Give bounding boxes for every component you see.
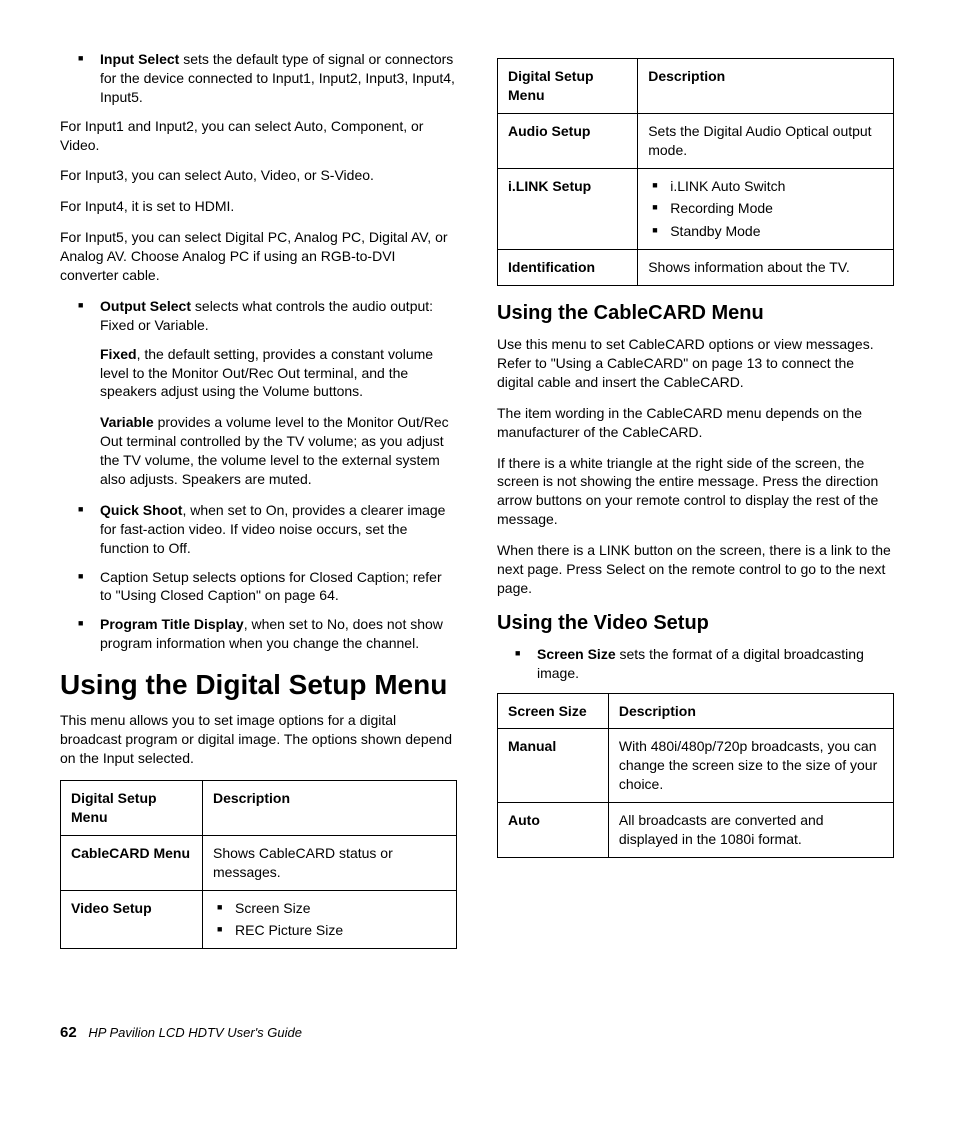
table-header: Description <box>203 781 457 836</box>
text: Caption Setup selects options for Closed… <box>100 569 442 604</box>
table-row: Auto All broadcasts are converted and di… <box>498 803 894 858</box>
table-header-row: Digital Setup Menu Description <box>498 59 894 114</box>
table-cell: i.LINK Auto Switch Recording Mode Standb… <box>638 168 894 250</box>
table-header: Digital Setup Menu <box>61 781 203 836</box>
heading-digital-setup: Using the Digital Setup Menu <box>60 669 457 701</box>
list-item: Quick Shoot, when set to On, provides a … <box>60 501 457 558</box>
cell-bullet-list: i.LINK Auto Switch Recording Mode Standb… <box>648 177 883 242</box>
page-footer: 62 HP Pavilion LCD HDTV User's Guide <box>60 1023 894 1043</box>
paragraph: If there is a white triangle at the righ… <box>497 454 894 530</box>
table-cell-label: Manual <box>498 729 609 803</box>
table-header: Description <box>608 693 893 729</box>
paragraph: For Input4, it is set to HDMI. <box>60 197 457 216</box>
two-column-layout: Input Select sets the default type of si… <box>60 50 894 963</box>
heading-cablecard: Using the CableCARD Menu <box>497 300 894 327</box>
paragraph: When there is a LINK button on the scree… <box>497 541 894 598</box>
bullet-list: Screen Size sets the format of a digital… <box>497 645 894 683</box>
term-quick-shoot: Quick Shoot <box>100 502 182 518</box>
paragraph-indent: Variable provides a volume level to the … <box>100 413 457 489</box>
list-item: Screen Size sets the format of a digital… <box>497 645 894 683</box>
table-header: Digital Setup Menu <box>498 59 638 114</box>
table-row: Identification Shows information about t… <box>498 250 894 286</box>
left-column: Input Select sets the default type of si… <box>60 50 457 963</box>
table-row: Manual With 480i/480p/720p broadcasts, y… <box>498 729 894 803</box>
table-digital-setup-2: Digital Setup Menu Description Audio Set… <box>497 58 894 286</box>
list-item: Recording Mode <box>648 199 883 218</box>
term-program-title: Program Title Display <box>100 616 244 632</box>
term-screen-size: Screen Size <box>537 646 616 662</box>
table-header: Screen Size <box>498 693 609 729</box>
paragraph: This menu allows you to set image option… <box>60 711 457 768</box>
table-cell-label: Auto <box>498 803 609 858</box>
paragraph: For Input3, you can select Auto, Video, … <box>60 166 457 185</box>
bullet-list: Output Select selects what controls the … <box>60 297 457 335</box>
list-item: Caption Setup selects options for Closed… <box>60 568 457 606</box>
list-item: Output Select selects what controls the … <box>60 297 457 335</box>
table-cell-label: Identification <box>498 250 638 286</box>
list-item: Standby Mode <box>648 222 883 241</box>
list-item: i.LINK Auto Switch <box>648 177 883 196</box>
page-number: 62 <box>60 1024 77 1041</box>
table-row: Video Setup Screen Size REC Picture Size <box>61 890 457 949</box>
bullet-list: Input Select sets the default type of si… <box>60 50 457 107</box>
list-item: Input Select sets the default type of si… <box>60 50 457 107</box>
heading-video-setup: Using the Video Setup <box>497 610 894 637</box>
table-digital-setup-1: Digital Setup Menu Description CableCARD… <box>60 780 457 949</box>
table-cell: Sets the Digital Audio Optical output mo… <box>638 113 894 168</box>
table-cell: Shows information about the TV. <box>638 250 894 286</box>
paragraph: The item wording in the CableCARD menu d… <box>497 404 894 442</box>
table-screen-size: Screen Size Description Manual With 480i… <box>497 693 894 858</box>
right-column: Digital Setup Menu Description Audio Set… <box>497 50 894 963</box>
paragraph: Use this menu to set CableCARD options o… <box>497 335 894 392</box>
table-cell-label: i.LINK Setup <box>498 168 638 250</box>
term-fixed: Fixed <box>100 346 137 362</box>
table-cell-label: Audio Setup <box>498 113 638 168</box>
bullet-list: Quick Shoot, when set to On, provides a … <box>60 501 457 653</box>
list-item: Program Title Display, when set to No, d… <box>60 615 457 653</box>
paragraph: For Input1 and Input2, you can select Au… <box>60 117 457 155</box>
paragraph-indent: Fixed, the default setting, provides a c… <box>100 345 457 402</box>
table-cell: Screen Size REC Picture Size <box>203 890 457 949</box>
list-item: REC Picture Size <box>213 921 446 940</box>
term-output-select: Output Select <box>100 298 191 314</box>
term-variable: Variable <box>100 414 154 430</box>
table-cell: With 480i/480p/720p broadcasts, you can … <box>608 729 893 803</box>
table-cell-label: CableCARD Menu <box>61 835 203 890</box>
cell-bullet-list: Screen Size REC Picture Size <box>213 899 446 941</box>
table-row: CableCARD Menu Shows CableCARD status or… <box>61 835 457 890</box>
table-cell: Shows CableCARD status or messages. <box>203 835 457 890</box>
table-row: i.LINK Setup i.LINK Auto Switch Recordin… <box>498 168 894 250</box>
table-row: Audio Setup Sets the Digital Audio Optic… <box>498 113 894 168</box>
paragraph: For Input5, you can select Digital PC, A… <box>60 228 457 285</box>
table-cell: All broadcasts are converted and display… <box>608 803 893 858</box>
table-cell-label: Video Setup <box>61 890 203 949</box>
table-header-row: Digital Setup Menu Description <box>61 781 457 836</box>
text: , the default setting, provides a consta… <box>100 346 433 400</box>
footer-title: HP Pavilion LCD HDTV User's Guide <box>88 1025 302 1040</box>
table-header-row: Screen Size Description <box>498 693 894 729</box>
list-item: Screen Size <box>213 899 446 918</box>
table-header: Description <box>638 59 894 114</box>
term-input-select: Input Select <box>100 51 179 67</box>
